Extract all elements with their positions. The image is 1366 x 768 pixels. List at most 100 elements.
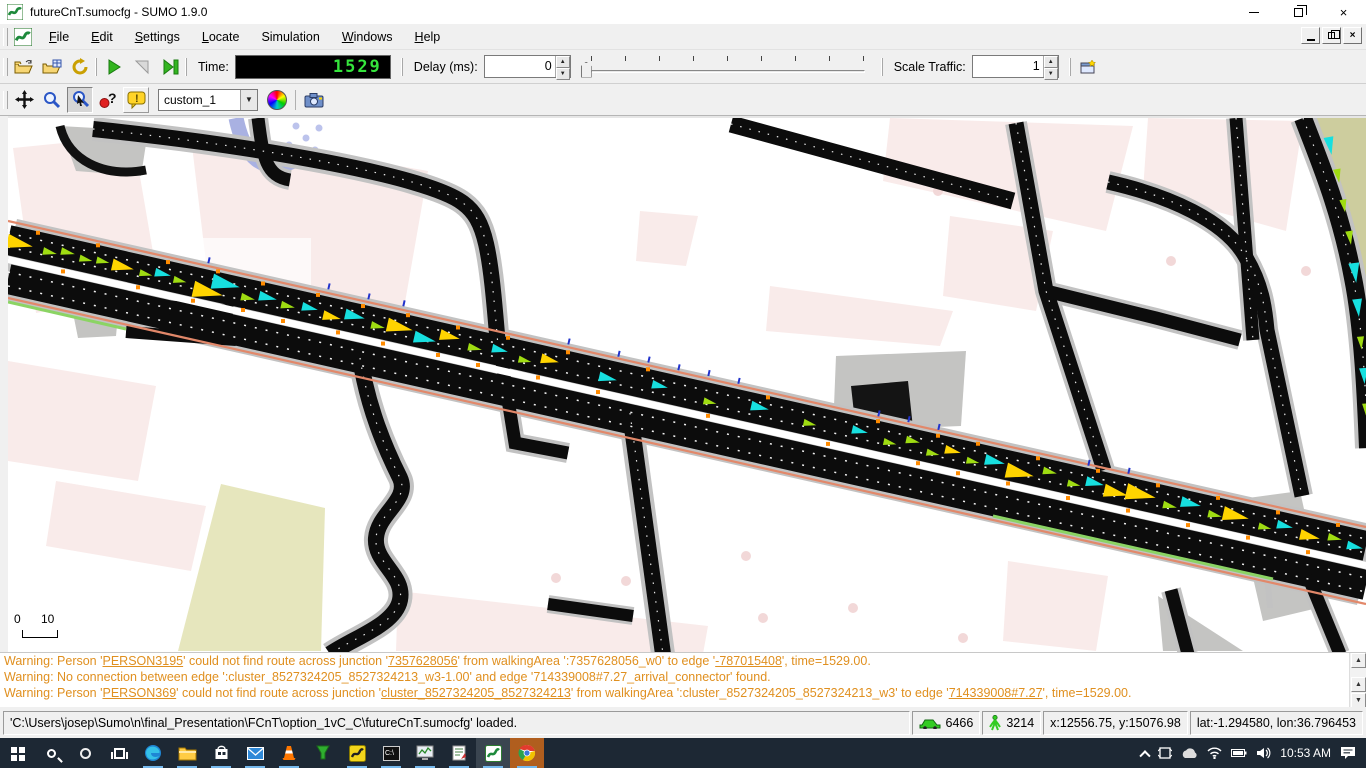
delay-spin-down[interactable]: ▼ (556, 68, 570, 80)
pedestrian[interactable] (241, 308, 245, 312)
scroll-up-button[interactable]: ▲ (1351, 653, 1366, 668)
zoom-button[interactable] (39, 87, 65, 113)
pedestrian[interactable] (456, 325, 460, 329)
taskbar-system-monitor[interactable] (408, 738, 442, 768)
mdi-restore-button[interactable] (1322, 27, 1341, 44)
pedestrian[interactable] (281, 319, 285, 323)
message-window[interactable]: Warning: Person 'PERSON3195' could not f… (0, 652, 1366, 707)
pedestrian[interactable] (766, 395, 770, 399)
open-config-button[interactable] (11, 54, 37, 80)
onedrive-icon[interactable] (1181, 748, 1198, 759)
pedestrian[interactable] (1186, 523, 1190, 527)
menu-file[interactable]: File (38, 26, 80, 48)
taskbar-sumo-gui-active[interactable] (476, 738, 510, 768)
taskbar-chrome-active[interactable] (510, 738, 544, 768)
slider-thumb[interactable] (581, 62, 592, 78)
message-window-button[interactable]: ! (123, 87, 149, 113)
pedestrian[interactable] (261, 282, 265, 286)
pedestrian[interactable] (361, 304, 365, 308)
pedestrian[interactable] (436, 353, 440, 357)
run-button[interactable] (101, 54, 127, 80)
minimize-button[interactable] (1231, 0, 1276, 24)
pedestrian[interactable] (1216, 496, 1220, 500)
menu-locate[interactable]: Locate (191, 26, 251, 48)
screenshot-button[interactable] (301, 87, 327, 113)
menu-windows[interactable]: Windows (331, 26, 404, 48)
pedestrian[interactable] (506, 336, 510, 340)
scroll-down-button[interactable]: ▲ (1351, 677, 1366, 692)
zoom-style-button[interactable] (67, 87, 93, 113)
object-link[interactable]: PERSON3195 (103, 654, 184, 668)
pedestrian[interactable] (1336, 523, 1340, 527)
taskbar-cmd[interactable]: C:\ (374, 738, 408, 768)
pedestrian[interactable] (536, 376, 540, 380)
menu-settings[interactable]: Settings (124, 26, 191, 48)
taskbar-clock[interactable]: 10:53 AM (1280, 746, 1331, 760)
mdi-minimize-button[interactable] (1301, 27, 1320, 44)
pedestrian[interactable] (876, 419, 880, 423)
cortana-button[interactable] (68, 738, 102, 768)
delay-slider[interactable] (579, 55, 869, 79)
battery-icon[interactable] (1231, 748, 1247, 758)
wifi-icon[interactable] (1207, 747, 1222, 759)
pedestrian[interactable] (96, 243, 100, 247)
pedestrian[interactable] (566, 350, 570, 354)
delay-spinbox[interactable]: 0 ▲ ▼ (484, 55, 571, 78)
stop-button[interactable] (129, 54, 155, 80)
delay-value[interactable]: 0 (485, 56, 555, 77)
pedestrian[interactable] (646, 367, 650, 371)
pedestrian[interactable] (936, 434, 940, 438)
taskbar-vlc[interactable] (272, 738, 306, 768)
taskbar-netedit[interactable] (340, 738, 374, 768)
scale-traffic-spinbox[interactable]: 1 ▲ ▼ (972, 55, 1059, 78)
speaker-icon[interactable] (1256, 747, 1271, 759)
pedestrian[interactable] (706, 414, 710, 418)
object-link[interactable]: 7357628056 (388, 654, 458, 668)
pedestrian[interactable] (406, 313, 410, 317)
new-view-button[interactable] (1075, 54, 1101, 80)
action-center-icon[interactable] (1340, 746, 1356, 760)
taskbar-mail[interactable] (238, 738, 272, 768)
pedestrian[interactable] (166, 260, 170, 264)
locate-button[interactable]: ? (95, 87, 121, 113)
taskbar-store[interactable] (204, 738, 238, 768)
color-scheme-value[interactable]: custom_1 (159, 90, 240, 110)
pedestrian[interactable] (1036, 456, 1040, 460)
pedestrian[interactable] (36, 231, 40, 235)
pedestrian[interactable] (61, 269, 65, 273)
scroll-bottom-button[interactable]: ▼ (1351, 693, 1366, 707)
mdi-close-button[interactable]: × (1343, 27, 1362, 44)
scale-traffic-value[interactable]: 1 (973, 56, 1043, 77)
color-scheme-combobox[interactable]: custom_1 ▼ (158, 89, 258, 111)
object-link[interactable]: PERSON369 (103, 686, 177, 700)
delay-spin-up[interactable]: ▲ (556, 56, 570, 68)
pedestrian[interactable] (381, 342, 385, 346)
scale-spin-up[interactable]: ▲ (1044, 56, 1058, 68)
pedestrian[interactable] (216, 269, 220, 273)
pedestrian[interactable] (1126, 509, 1130, 513)
pedestrian[interactable] (1246, 536, 1250, 540)
taskbar-green-app[interactable] (306, 738, 340, 768)
taskbar-notepad[interactable] (442, 738, 476, 768)
scale-spin-down[interactable]: ▼ (1044, 68, 1058, 80)
pedestrian[interactable] (1066, 496, 1070, 500)
menu-edit[interactable]: Edit (80, 26, 124, 48)
pedestrian[interactable] (976, 442, 980, 446)
taskbar-edge[interactable] (136, 738, 170, 768)
pedestrian[interactable] (336, 330, 340, 334)
close-button[interactable]: × (1321, 0, 1366, 24)
pedestrian[interactable] (956, 471, 960, 475)
pedestrian[interactable] (316, 293, 320, 297)
pedestrian[interactable] (191, 299, 195, 303)
pedestrian[interactable] (916, 461, 920, 465)
object-link[interactable]: cluster_8527324205_8527324213 (381, 686, 571, 700)
taskbar-file-explorer[interactable] (170, 738, 204, 768)
restore-button[interactable] (1276, 0, 1321, 24)
start-button[interactable] (0, 738, 34, 768)
object-link[interactable]: 714339008#7.27 (949, 686, 1043, 700)
pedestrian[interactable] (476, 363, 480, 367)
pedestrian[interactable] (1096, 469, 1100, 473)
pedestrian[interactable] (596, 390, 600, 394)
menu-help[interactable]: Help (404, 26, 452, 48)
recenter-view-button[interactable] (11, 87, 37, 113)
